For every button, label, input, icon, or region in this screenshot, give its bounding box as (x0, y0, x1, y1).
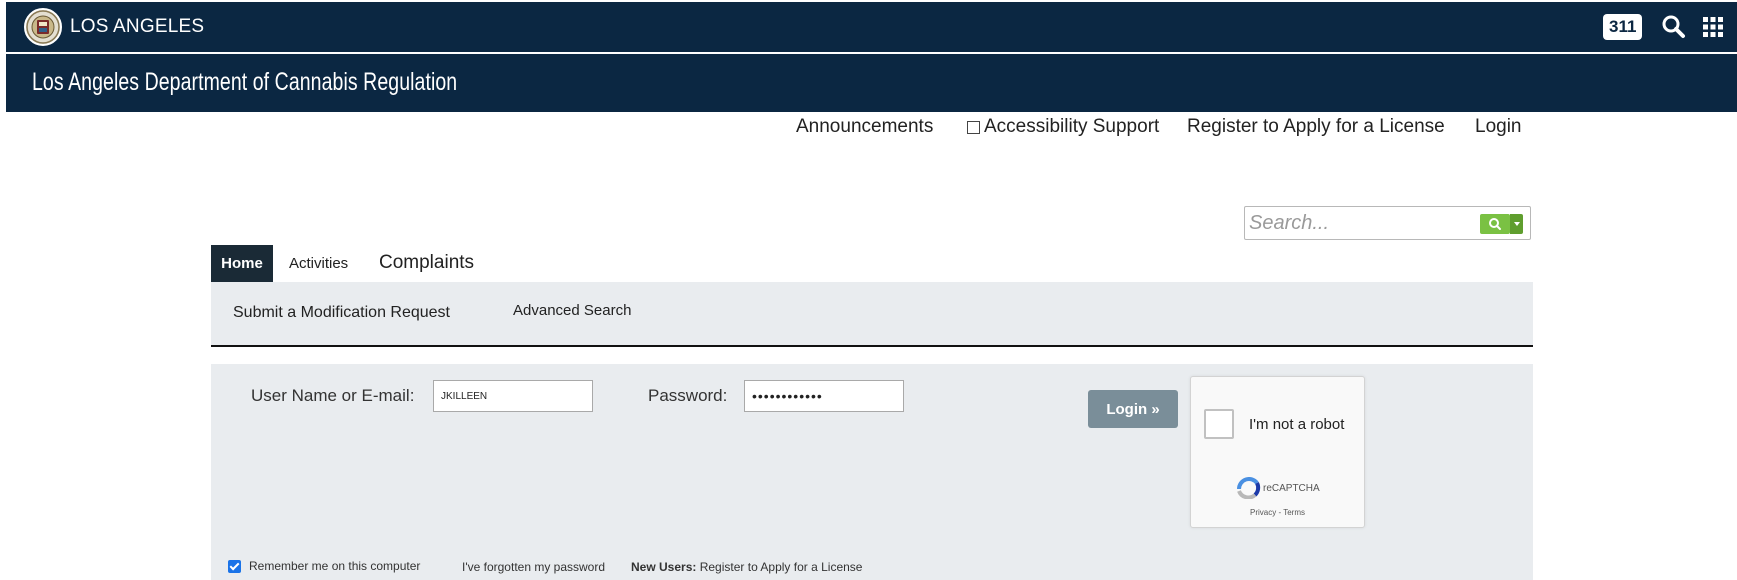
recaptcha-terms[interactable]: Privacy - Terms (1191, 508, 1364, 517)
accessibility-checkbox[interactable] (967, 120, 980, 134)
search-input[interactable] (1249, 210, 1479, 236)
accessibility-support-toggle[interactable]: Accessibility Support (967, 116, 1159, 138)
password-label: Password: (648, 386, 728, 405)
remember-me-checkbox[interactable] (228, 560, 241, 573)
recaptcha-logo-icon (1235, 477, 1263, 500)
announcements-link[interactable]: Announcements (796, 116, 933, 138)
login-panel: User Name or E-mail: Password: Login » I… (211, 364, 1533, 580)
remember-me-label[interactable]: Remember me on this computer (249, 559, 420, 573)
new-users-register-link[interactable]: Register to Apply for a License (700, 560, 863, 574)
tab-activities[interactable]: Activities (289, 255, 348, 272)
badge-311[interactable]: 311 (1603, 14, 1643, 40)
register-link[interactable]: Register to Apply for a License (1187, 116, 1445, 138)
new-users-row: New Users: Register to Apply for a Licen… (631, 560, 862, 574)
city-header-bar: LOS ANGELES 311 (6, 2, 1737, 52)
recaptcha-widget: I'm not a robot reCAPTCHA Privacy - Term… (1190, 376, 1365, 528)
recaptcha-label: I'm not a robot (1249, 416, 1345, 433)
city-name[interactable]: LOS ANGELES (70, 16, 204, 38)
sub-navigation: Submit a Modification Request Advanced S… (211, 282, 1533, 347)
login-button[interactable]: Login » (1088, 390, 1178, 428)
search-icon[interactable] (1660, 13, 1688, 41)
forgot-password-link[interactable]: I've forgotten my password (462, 560, 605, 574)
department-title[interactable]: Los Angeles Department of Cannabis Regul… (32, 68, 457, 97)
city-seal-icon[interactable] (24, 8, 62, 46)
login-link[interactable]: Login (1475, 116, 1522, 138)
username-label: User Name or E-mail: (251, 386, 415, 405)
apps-grid-icon[interactable] (1702, 16, 1724, 38)
advanced-search-link[interactable]: Advanced Search (513, 302, 631, 319)
search-icon (1489, 218, 1501, 230)
password-input[interactable] (744, 380, 904, 412)
search-dropdown-button[interactable] (1510, 214, 1523, 234)
tab-complaints[interactable]: Complaints (379, 252, 474, 274)
login-footer: Remember me on this computer I've forgot… (211, 557, 1533, 577)
accessibility-label[interactable]: Accessibility Support (984, 116, 1159, 138)
submit-modification-link[interactable]: Submit a Modification Request (233, 304, 450, 322)
recaptcha-checkbox[interactable] (1204, 409, 1234, 439)
search-box (1244, 206, 1531, 240)
search-button[interactable] (1480, 214, 1510, 234)
new-users-label: New Users: (631, 560, 697, 574)
department-header-bar: Los Angeles Department of Cannabis Regul… (6, 54, 1737, 112)
tab-home[interactable]: Home (211, 245, 273, 290)
username-input[interactable] (433, 380, 593, 412)
recaptcha-brand: reCAPTCHA (1263, 483, 1320, 494)
